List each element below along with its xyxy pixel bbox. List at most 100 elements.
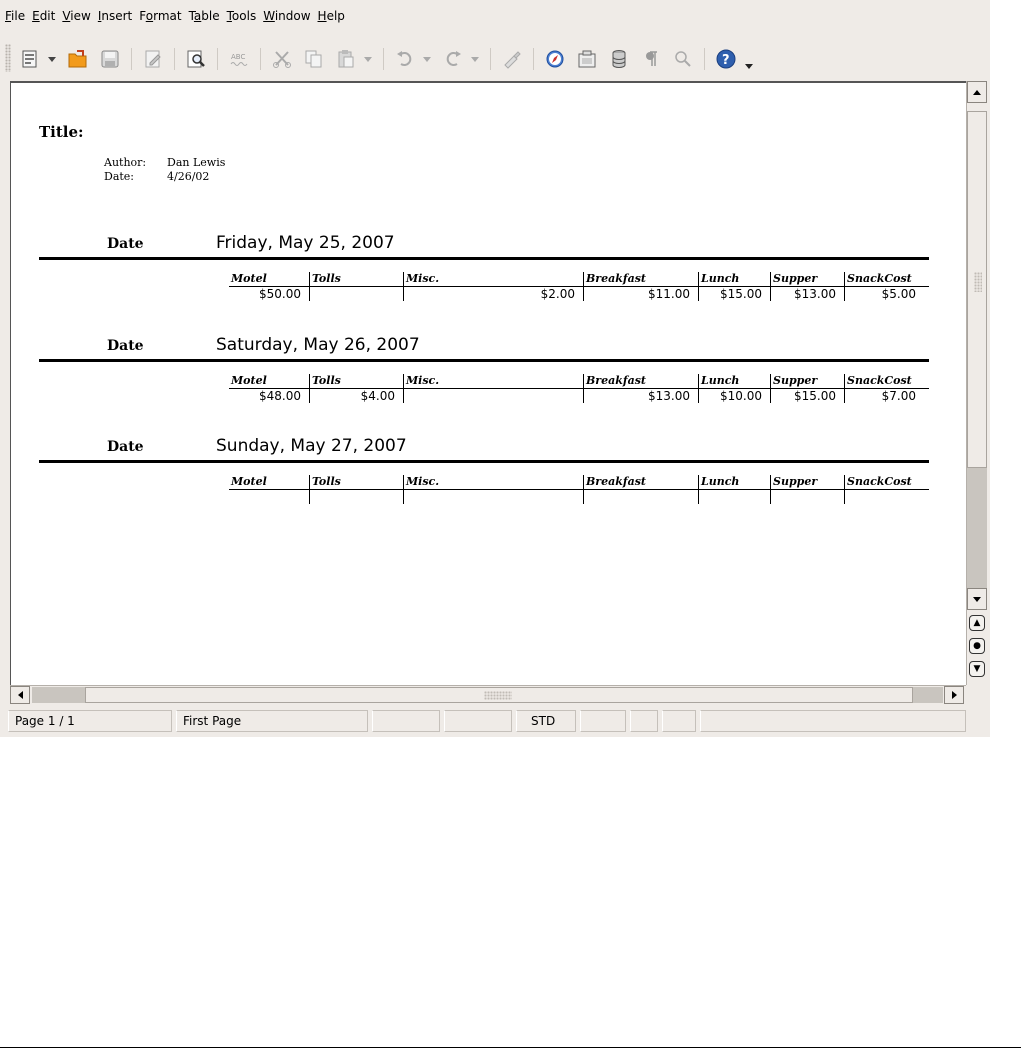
- col-lunch: Lunch: [698, 272, 770, 286]
- redo-icon[interactable]: [439, 45, 467, 73]
- vertical-scroll-track[interactable]: [967, 468, 987, 588]
- toolbar-separator: [217, 48, 218, 70]
- expense-header-row: Motel Tolls Misc. Breakfast Lunch Supper…: [229, 272, 929, 287]
- date-section: Date Friday, May 25, 2007 Motel Tolls Mi…: [39, 233, 929, 331]
- cell-motel[interactable]: $48.00: [229, 389, 309, 403]
- toolbar-separator: [704, 48, 705, 70]
- document-page[interactable]: Title: Author: Dan Lewis Date: 4/26/02 D…: [11, 83, 966, 685]
- status-zoom[interactable]: [372, 710, 440, 732]
- menu-window[interactable]: Window: [260, 6, 314, 26]
- document-area[interactable]: Title: Author: Dan Lewis Date: 4/26/02 D…: [10, 81, 966, 685]
- spellcheck-icon[interactable]: ABC: [225, 45, 253, 73]
- col-breakfast: Breakfast: [583, 272, 698, 286]
- expense-table: Motel Tolls Misc. Breakfast Lunch Supper…: [229, 272, 929, 301]
- navigator-icon[interactable]: [541, 45, 569, 73]
- cell-motel[interactable]: [229, 490, 309, 504]
- cell-snackcost[interactable]: $7.00: [844, 389, 924, 403]
- paste-dropdown-arrow[interactable]: [362, 45, 374, 73]
- cut-icon[interactable]: [268, 45, 296, 73]
- section-rule: [39, 257, 929, 260]
- cell-tolls[interactable]: [309, 287, 403, 301]
- navigation-button[interactable]: ●: [969, 638, 985, 654]
- horizontal-scroll-track[interactable]: [913, 687, 943, 703]
- cell-breakfast[interactable]: $11.00: [583, 287, 698, 301]
- horizontal-scroll-track[interactable]: [32, 687, 85, 703]
- new-dropdown-arrow[interactable]: [46, 45, 58, 73]
- horizontal-scrollbar[interactable]: [10, 685, 966, 704]
- status-page-number[interactable]: Page 1 / 1: [8, 710, 172, 732]
- menu-table[interactable]: Table: [186, 6, 224, 26]
- cell-snackcost[interactable]: [844, 490, 924, 504]
- status-selection-mode[interactable]: STD: [516, 710, 576, 732]
- scroll-right-button[interactable]: [944, 686, 964, 704]
- cell-lunch[interactable]: $15.00: [698, 287, 770, 301]
- menu-edit[interactable]: Edit: [29, 6, 59, 26]
- cell-lunch[interactable]: [698, 490, 770, 504]
- status-doc-modified[interactable]: [580, 710, 626, 732]
- status-bar: Page 1 / 1 First Page STD: [0, 708, 990, 734]
- cell-lunch[interactable]: $10.00: [698, 389, 770, 403]
- cell-misc[interactable]: [403, 490, 583, 504]
- scroll-up-button[interactable]: [967, 81, 987, 103]
- help-icon[interactable]: ?: [712, 45, 740, 73]
- cell-supper[interactable]: $13.00: [770, 287, 844, 301]
- cell-supper[interactable]: [770, 490, 844, 504]
- format-paintbrush-icon[interactable]: [498, 45, 526, 73]
- formatting-marks-icon[interactable]: [637, 45, 665, 73]
- cell-supper[interactable]: $15.00: [770, 389, 844, 403]
- section-date-value: Sunday, May 27, 2007: [216, 436, 407, 456]
- edit-file-icon[interactable]: [139, 45, 167, 73]
- open-folder-icon[interactable]: [64, 45, 92, 73]
- status-page-style[interactable]: First Page: [176, 710, 368, 732]
- menu-file[interactable]: File: [2, 6, 29, 26]
- menu-view[interactable]: View: [59, 6, 94, 26]
- menu-format[interactable]: Format: [136, 6, 185, 26]
- section-date-label: Date: [107, 439, 144, 455]
- cell-misc[interactable]: [403, 389, 583, 403]
- arrow-right-icon: [951, 691, 957, 699]
- redo-dropdown-arrow[interactable]: [469, 45, 481, 73]
- cell-motel[interactable]: $50.00: [229, 287, 309, 301]
- new-document-icon[interactable]: [16, 45, 44, 73]
- cell-breakfast[interactable]: [583, 490, 698, 504]
- scroll-down-button[interactable]: [967, 588, 987, 610]
- previous-page-button[interactable]: ▲: [969, 615, 985, 631]
- toolbar-overflow-arrow[interactable]: [744, 45, 754, 73]
- toolbar-separator: [260, 48, 261, 70]
- toolbar-grip[interactable]: [5, 44, 11, 72]
- next-page-button[interactable]: ▼: [969, 661, 985, 677]
- paste-icon[interactable]: [332, 45, 360, 73]
- menu-bar: File Edit View Insert Format Table Tools…: [0, 0, 990, 32]
- data-sources-icon[interactable]: [605, 45, 633, 73]
- undo-dropdown-arrow[interactable]: [421, 45, 433, 73]
- status-insert-mode[interactable]: [444, 710, 512, 732]
- scroll-left-button[interactable]: [10, 686, 30, 704]
- cell-tolls[interactable]: [309, 490, 403, 504]
- section-rule: [39, 359, 929, 362]
- cell-snackcost[interactable]: $5.00: [844, 287, 924, 301]
- col-snackcost: SnackCost: [844, 374, 924, 388]
- cell-misc[interactable]: $2.00: [403, 287, 583, 301]
- page-preview-icon[interactable]: [182, 45, 210, 73]
- gallery-icon[interactable]: [573, 45, 601, 73]
- toolbar-separator: [383, 48, 384, 70]
- toolbar-separator: [131, 48, 132, 70]
- undo-icon[interactable]: [391, 45, 419, 73]
- horizontal-scroll-thumb[interactable]: [85, 687, 913, 703]
- status-signature[interactable]: [630, 710, 658, 732]
- cell-breakfast[interactable]: $13.00: [583, 389, 698, 403]
- vertical-scrollbar[interactable]: ▲ ● ▼: [966, 81, 988, 685]
- copy-icon[interactable]: [300, 45, 328, 73]
- expense-header-row: Motel Tolls Misc. Breakfast Lunch Supper…: [229, 374, 929, 389]
- menu-tools[interactable]: Tools: [224, 6, 261, 26]
- col-misc: Misc.: [403, 475, 583, 489]
- menu-insert[interactable]: Insert: [95, 6, 136, 26]
- section-date-value: Saturday, May 26, 2007: [216, 335, 420, 355]
- save-icon[interactable]: [96, 45, 124, 73]
- expense-header-row: Motel Tolls Misc. Breakfast Lunch Supper…: [229, 475, 929, 490]
- cell-tolls[interactable]: $4.00: [309, 389, 403, 403]
- menu-help[interactable]: Help: [315, 6, 349, 26]
- col-supper: Supper: [770, 475, 844, 489]
- zoom-icon[interactable]: [669, 45, 697, 73]
- vertical-scroll-thumb[interactable]: [967, 111, 987, 468]
